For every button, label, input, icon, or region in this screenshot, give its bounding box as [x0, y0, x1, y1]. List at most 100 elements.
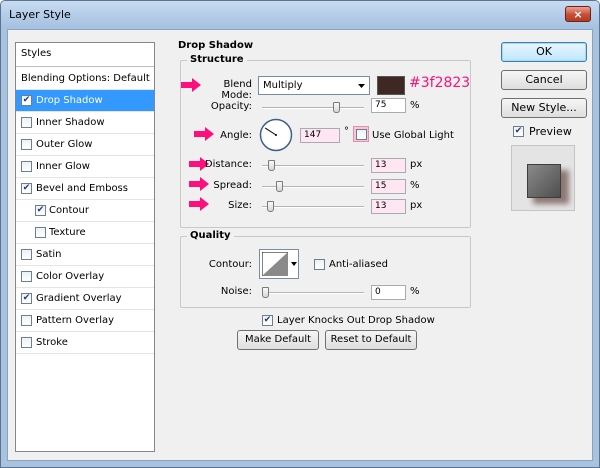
spread-label: Spread:: [213, 180, 252, 191]
noise-label: Noise:: [220, 286, 252, 297]
style-item-checkbox[interactable]: [21, 161, 32, 172]
size-label: Size:: [228, 200, 252, 211]
angle-unit: °: [344, 126, 349, 137]
noise-input[interactable]: 0: [371, 285, 406, 300]
opacity-unit: %: [410, 100, 420, 111]
structure-title: Structure: [187, 54, 247, 65]
style-item-checkbox[interactable]: [21, 315, 32, 326]
style-item-label: Blending Options: Default: [21, 73, 150, 84]
checkmark-icon: ✔: [36, 205, 45, 215]
style-item-label: Pattern Overlay: [36, 315, 115, 326]
distance-unit: px: [410, 159, 423, 170]
style-item-label: Outer Glow: [36, 139, 93, 150]
distance-slider-thumb[interactable]: [267, 160, 275, 171]
style-item-outer-glow[interactable]: Outer Glow: [16, 134, 154, 156]
style-item-color-overlay[interactable]: Color Overlay: [16, 266, 154, 288]
size-slider-thumb[interactable]: [266, 201, 274, 212]
cancel-button[interactable]: Cancel: [501, 70, 587, 90]
global-light-label[interactable]: Use Global Light: [372, 130, 454, 141]
make-default-button[interactable]: Make Default: [237, 330, 319, 350]
style-item-bevel-and-emboss[interactable]: ✔ Bevel and Emboss: [16, 178, 154, 200]
style-item-stroke[interactable]: Stroke: [16, 332, 154, 354]
knocks-out-label[interactable]: Layer Knocks Out Drop Shadow: [277, 315, 435, 326]
style-item-label: Stroke: [36, 337, 68, 348]
size-input[interactable]: 13: [371, 199, 406, 214]
knocks-out-checkbox[interactable]: ✔: [262, 315, 273, 326]
style-item-gradient-overlay[interactable]: ✔ Gradient Overlay: [16, 288, 154, 310]
spread-input[interactable]: 15: [371, 179, 406, 194]
preview-checkbox[interactable]: ✔: [513, 126, 524, 137]
checkmark-icon: ✔: [22, 183, 31, 193]
angle-input[interactable]: 147: [300, 128, 340, 143]
noise-slider-thumb[interactable]: [262, 287, 269, 298]
checkmark-icon: ✔: [514, 126, 523, 136]
close-icon: ×: [573, 7, 583, 21]
style-item-checkbox[interactable]: ✔: [35, 205, 46, 216]
close-button[interactable]: ×: [565, 6, 591, 22]
distance-slider-track[interactable]: [262, 165, 364, 167]
new-style-button[interactable]: New Style...: [501, 98, 587, 118]
styles-header[interactable]: Styles: [16, 43, 154, 67]
blend-mode-value: Multiply: [263, 80, 303, 91]
shadow-color-swatch[interactable]: [377, 76, 405, 95]
angle-label: Angle:: [220, 130, 252, 141]
style-item-inner-glow[interactable]: Inner Glow: [16, 156, 154, 178]
preview-label[interactable]: Preview: [529, 125, 572, 138]
shadow-color-hex-annotation: #3f2823: [409, 75, 471, 91]
style-item-checkbox[interactable]: [21, 139, 32, 150]
style-item-drop-shadow[interactable]: ✔ Drop Shadow: [16, 90, 154, 112]
preview-thumbnail: [511, 145, 575, 211]
style-item-checkbox[interactable]: [21, 249, 32, 260]
style-item-checkbox[interactable]: ✔: [21, 293, 32, 304]
dialog-body: Styles Blending Options: Default ✔ Drop Sh…: [7, 29, 593, 461]
style-item-pattern-overlay[interactable]: Pattern Overlay: [16, 310, 154, 332]
global-light-checkbox[interactable]: [356, 129, 367, 140]
style-item-checkbox[interactable]: ✔: [21, 183, 32, 194]
chevron-down-icon: [358, 84, 365, 88]
chevron-down-icon: [291, 262, 297, 266]
style-item-satin[interactable]: Satin: [16, 244, 154, 266]
spread-unit: %: [410, 180, 420, 191]
anti-aliased-checkbox[interactable]: [314, 259, 325, 270]
anti-aliased-label[interactable]: Anti-aliased: [329, 259, 388, 270]
distance-label: Distance:: [204, 159, 252, 170]
ok-button[interactable]: OK: [501, 42, 587, 62]
noise-slider-track[interactable]: [262, 292, 364, 294]
style-item-contour[interactable]: ✔ Contour: [16, 200, 154, 222]
reset-default-button[interactable]: Reset to Default: [325, 330, 417, 350]
style-item-label: Gradient Overlay: [36, 293, 122, 304]
style-item-label: Inner Glow: [36, 161, 90, 172]
style-item-texture[interactable]: Texture: [16, 222, 154, 244]
size-slider-track[interactable]: [262, 206, 364, 208]
opacity-input[interactable]: 75: [371, 98, 406, 113]
style-item-checkbox[interactable]: [21, 337, 32, 348]
quality-group: Quality: [180, 230, 471, 308]
angle-dial[interactable]: [259, 118, 293, 152]
checkmark-icon: ✔: [22, 293, 31, 303]
blend-mode-select[interactable]: Multiply: [258, 76, 370, 95]
title-bar[interactable]: Layer Style ×: [1, 1, 599, 29]
checkmark-icon: ✔: [263, 315, 272, 325]
contour-picker[interactable]: [259, 249, 299, 279]
style-item-checkbox[interactable]: [21, 117, 32, 128]
preview-swatch: [527, 164, 561, 198]
style-item-blending-options-default[interactable]: Blending Options: Default: [16, 68, 154, 90]
style-item-checkbox[interactable]: [21, 271, 32, 282]
opacity-slider-track[interactable]: [262, 107, 364, 109]
style-item-label: Color Overlay: [36, 271, 105, 282]
style-item-inner-shadow[interactable]: Inner Shadow: [16, 112, 154, 134]
style-item-label: Contour: [49, 205, 89, 216]
style-item-checkbox[interactable]: [35, 227, 46, 238]
distance-input[interactable]: 13: [371, 158, 406, 173]
checkmark-icon: ✔: [22, 95, 31, 105]
blend-mode-label: Blend Mode:: [221, 79, 252, 101]
style-item-checkbox[interactable]: ✔: [21, 95, 32, 106]
noise-unit: %: [410, 286, 420, 297]
reset-default-label: Reset to Default: [330, 334, 412, 345]
style-item-label: Bevel and Emboss: [36, 183, 128, 194]
spread-slider-thumb[interactable]: [276, 181, 284, 192]
opacity-slider-thumb[interactable]: [333, 102, 341, 113]
style-item-label: Texture: [49, 227, 86, 238]
size-unit: px: [410, 200, 423, 211]
cancel-label: Cancel: [525, 73, 563, 86]
